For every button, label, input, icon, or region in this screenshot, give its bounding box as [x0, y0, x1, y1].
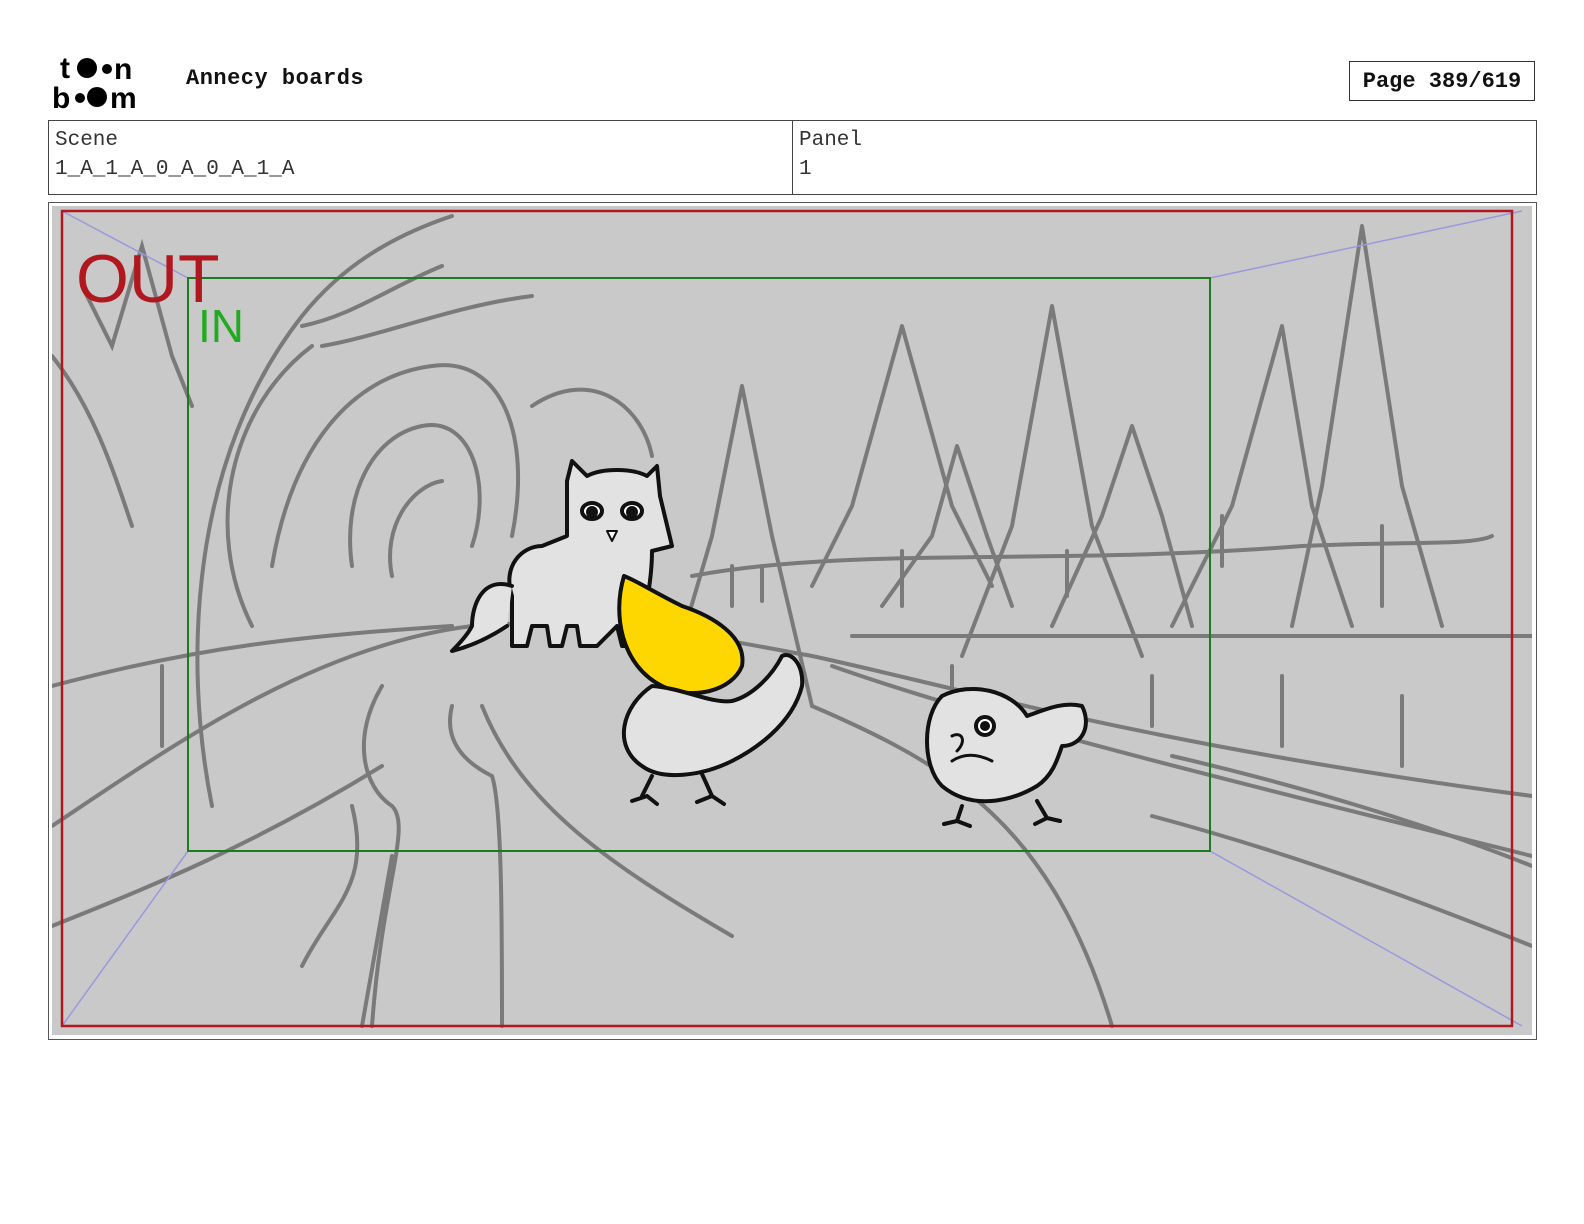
page-indicator: Page 389/619: [1349, 61, 1535, 101]
panel-cell: Panel 1: [792, 121, 1536, 194]
panel-value: 1: [799, 158, 812, 181]
svg-text:t: t: [60, 52, 70, 85]
panel-drawing: OUT IN: [52, 206, 1532, 1035]
in-label: IN: [198, 300, 244, 352]
project-title: Annecy boards: [186, 66, 365, 91]
scene-label: Scene: [55, 129, 119, 152]
panel-label: Panel: [799, 129, 863, 152]
toon-boom-logo: t n b m: [52, 52, 164, 112]
scene-panel-info: Scene 1_A_1_A_0_A_0_A_1_A Panel 1: [48, 120, 1537, 195]
svg-text:m: m: [110, 82, 137, 112]
svg-text:b: b: [52, 82, 70, 112]
storyboard-panel: OUT IN: [48, 202, 1537, 1040]
scene-cell: Scene 1_A_1_A_0_A_0_A_1_A: [49, 121, 792, 194]
scene-value: 1_A_1_A_0_A_0_A_1_A: [55, 158, 295, 181]
